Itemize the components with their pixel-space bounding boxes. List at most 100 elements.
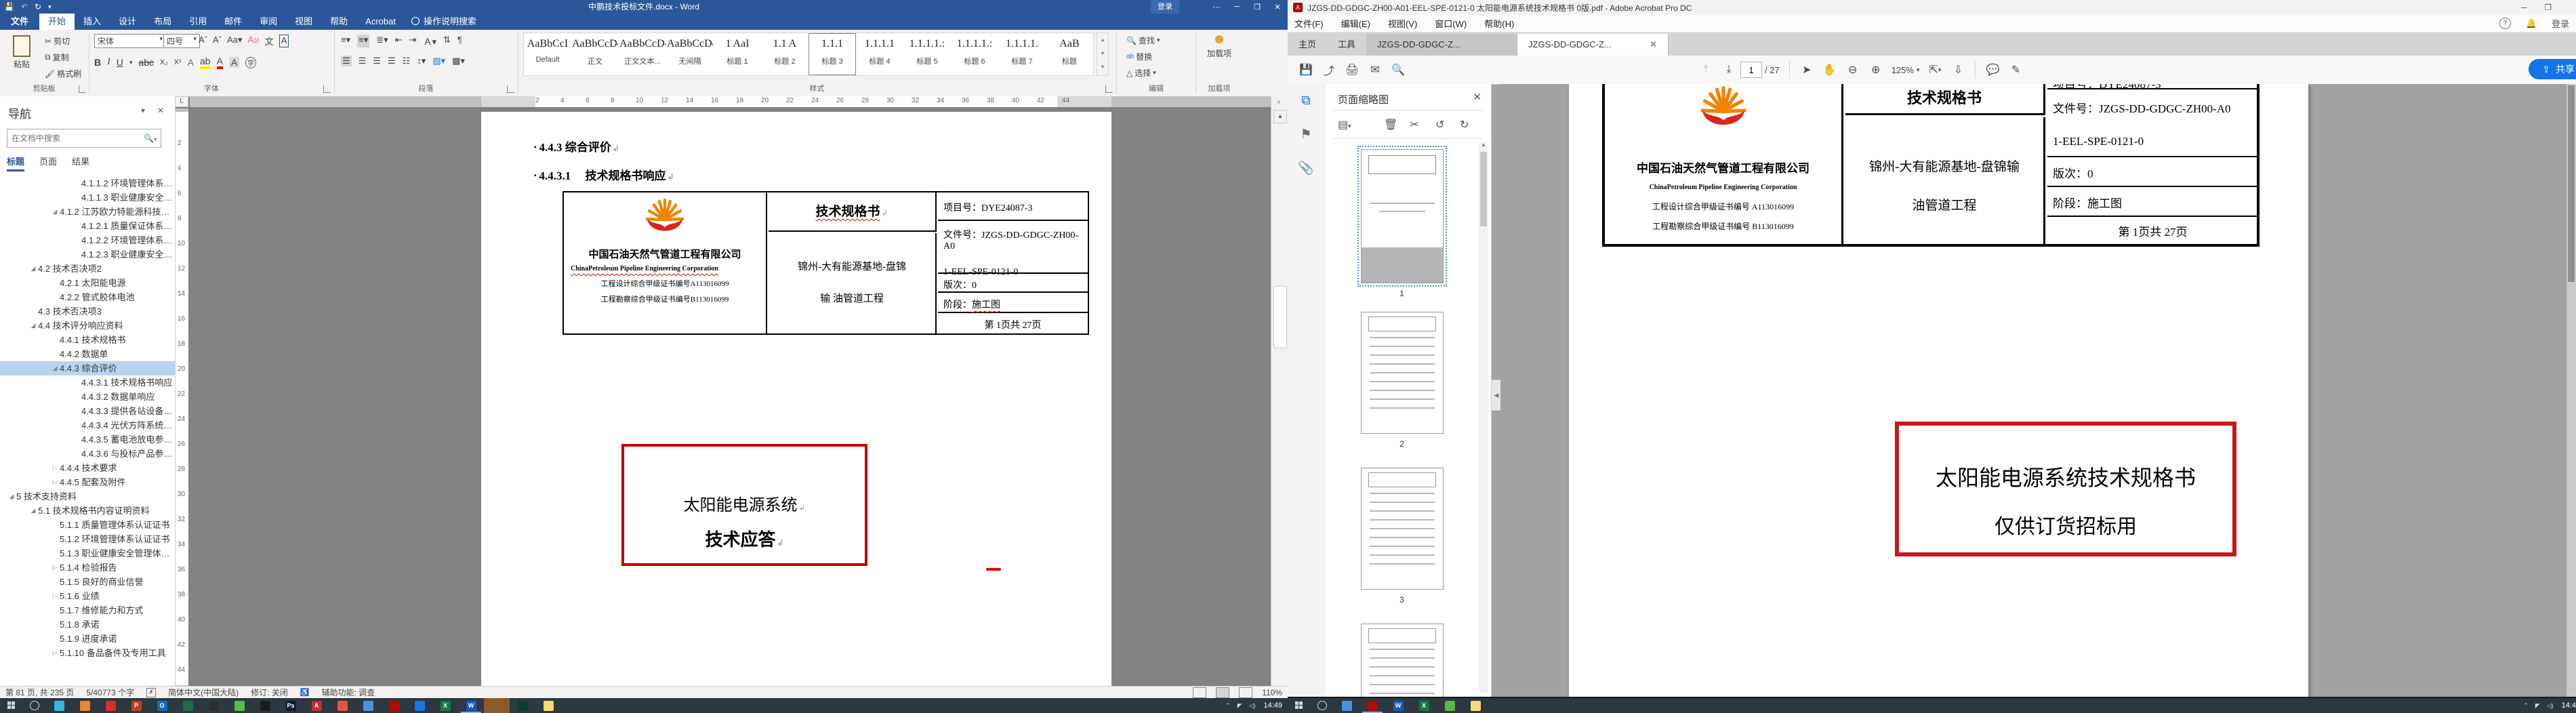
clear-format-icon[interactable]: A⦻ [247, 35, 259, 47]
page-number-input[interactable] [1740, 62, 1762, 78]
excel-icon[interactable]: X [1411, 698, 1437, 713]
chevron-expanded-icon[interactable]: ◢ [28, 504, 38, 518]
paragraph-dialog-launcher[interactable] [507, 85, 514, 93]
nav-outline-item[interactable]: 4.4.3.6 与投标产品参数一致的产品技术样本 [0, 447, 175, 461]
thumbnail-page-preview[interactable] [1360, 624, 1444, 697]
zoom-out-icon[interactable]: ⊖ [1841, 60, 1864, 79]
ribbon-tab[interactable]: 邮件 [216, 14, 251, 30]
nav-outline-item[interactable]: ▷ 4.4.5 配套及附件 [0, 475, 175, 489]
nav-outline-item[interactable]: 4.1.2.3 职业健康安全管理体系认证证书 [0, 247, 175, 262]
acrobat-icon[interactable] [381, 698, 407, 713]
chevron-expanded-icon[interactable]: ◢ [7, 489, 16, 504]
zoom-level-dropdown[interactable]: 125% ▾ [1892, 65, 1920, 75]
underline-icon[interactable]: U [117, 57, 123, 68]
align-left-icon[interactable]: ☰ [341, 56, 352, 66]
chevron-expanded-icon[interactable]: ◢ [50, 361, 60, 375]
style-gallery-scroll[interactable]: ▴ ▾ ▾ [1097, 33, 1109, 76]
line-spacing-icon[interactable]: ↕▾ [417, 56, 426, 66]
ribbon-tab[interactable]: 设计 [110, 14, 145, 30]
wechat-icon[interactable] [1437, 698, 1463, 713]
hand-tool-icon[interactable]: ✋ [1818, 60, 1841, 79]
nav-outline-item[interactable]: 4.3 技术否决项3 [0, 304, 175, 319]
outlook-icon[interactable]: O [149, 698, 175, 713]
blue-circle-app-icon[interactable] [407, 698, 432, 713]
search-input[interactable] [7, 134, 140, 143]
nav-outline-item[interactable]: ◢4.1.2 江苏欧力特能源科技有限公司 [0, 205, 175, 219]
print-layout-icon[interactable] [1216, 687, 1230, 698]
close-icon[interactable]: ✕ [1650, 39, 1657, 50]
italic-icon[interactable]: I [107, 57, 110, 68]
menu-item[interactable]: 视图(V) [1388, 17, 1417, 30]
highlight-color-icon[interactable]: ab [199, 56, 211, 69]
character-shading-icon[interactable]: A [228, 57, 240, 68]
nav-outline-item[interactable]: 5.1.3 职业健康安全管理体系认证证书 [0, 546, 175, 561]
enclose-characters-icon[interactable]: 字 [245, 56, 257, 68]
next-page-icon[interactable]: ⤓ [1717, 60, 1740, 79]
show-marks-icon[interactable]: ¶ [457, 35, 462, 47]
chrome-icon[interactable] [1334, 698, 1359, 713]
pdf-page[interactable]: 中国石油天然气管道工程有限公司 ChinaPetroleum Pipeline … [1569, 84, 2308, 697]
nav-outline-item[interactable]: 4.4.3.1 技术规格书响应 [0, 375, 175, 390]
nav-tab[interactable]: 结果 [72, 155, 89, 171]
bold-icon[interactable]: B [94, 57, 101, 68]
word-vertical-scrollbar[interactable]: ▲ [1271, 96, 1288, 686]
nav-outline-item[interactable]: ▷ 5.1.10 备品备件及专用工具 [0, 646, 175, 660]
document-page[interactable]: ▪ 4.4.3 综合评价 ↲ ▪ 4.4.3.1 技术规格书响应 ↲ 中国石油天… [481, 112, 1111, 686]
nav-outline-item[interactable]: ▷ 5.1.6 业绩 [0, 589, 175, 603]
nav-outline-item[interactable]: 4.4.3.5 蓄电池放电参数表 [0, 432, 175, 447]
strikethrough-icon[interactable]: abc [138, 57, 154, 68]
fit-width-icon[interactable]: ⇱ ▾ [1923, 60, 1946, 79]
previous-page-icon[interactable]: ⤒ [1694, 60, 1717, 79]
acrobat-icon[interactable] [1359, 698, 1385, 713]
network-icon[interactable]: ◤ [2535, 702, 2540, 710]
tray-chevron-icon[interactable]: ⌃ [1225, 702, 1231, 710]
signin-link[interactable]: 登录 [2552, 17, 2569, 30]
menu-item[interactable]: 编辑(E) [1341, 17, 1370, 30]
chevron-down-icon[interactable]: ▾ [141, 106, 145, 115]
nav-outline-item[interactable]: 5.1.7 维修能力和方式 [0, 603, 175, 617]
align-right-icon[interactable]: ☰ [373, 56, 381, 66]
close-icon[interactable]: ✕ [1473, 91, 1481, 103]
thumbnail-options-icon[interactable]: ▤▾ [1338, 118, 1351, 131]
font-size-box[interactable]: 四号 ▾ [163, 34, 200, 48]
web-layout-icon[interactable] [1239, 687, 1253, 698]
nav-tab[interactable]: 页面 [39, 155, 57, 171]
collapse-ribbon-icon[interactable]: ˄ [1273, 99, 1285, 107]
track-changes-indicator[interactable]: 修订: 关闭 [251, 687, 288, 698]
nav-outline-item[interactable]: 4.1.1.3 职业健康安全管理体系认证证书 [0, 190, 175, 205]
word-icon[interactable]: W [458, 698, 484, 713]
chrome-icon[interactable] [355, 698, 381, 713]
align-center-icon[interactable]: ☰ [359, 56, 367, 66]
nav-outline-item[interactable]: ◢ 5 技术支持资料 [0, 489, 175, 504]
comment-icon[interactable]: 💬 [1981, 60, 2004, 79]
nav-outline-item[interactable]: 4.2.1 太阳能电源 [0, 276, 175, 290]
pdf-vertical-scrollbar[interactable] [2567, 84, 2576, 697]
nav-outline-item[interactable]: 4.4.1 技术规格书 [0, 333, 175, 347]
ribbon-tab[interactable]: 视图 [286, 14, 321, 30]
ribbon-tab[interactable]: Acrobat [356, 14, 405, 30]
nav-outline-item[interactable]: ▷ 4.4.4 技术要求 [0, 461, 175, 475]
page-indicator[interactable]: 第 81 页, 共 235 页 [5, 687, 74, 698]
accessibility-status[interactable]: 辅助功能: 调查 [321, 687, 375, 698]
ribbon-tab[interactable]: 引用 [180, 14, 216, 30]
copy-button[interactable]: ⧉ 复制 [42, 50, 72, 64]
nav-outline-item[interactable]: 4.2.2 管式胶体电池 [0, 290, 175, 304]
page-thumbnails-icon[interactable]: ⧉ [1297, 92, 1315, 110]
zoom-level[interactable]: 110% [1262, 688, 1282, 697]
font-color-icon[interactable]: A [216, 56, 223, 69]
style-cell[interactable]: 1.1.1.1 标题 4 [856, 33, 903, 75]
chevron-expanded-icon[interactable]: ◢ [28, 262, 38, 276]
thumbnail-item[interactable]: 2 [1326, 312, 1478, 449]
select-button[interactable]: △ 选择 ▾ [1124, 66, 1159, 80]
format-painter-button[interactable]: 🖌 格式刷 [42, 66, 84, 81]
nav-outline-item[interactable]: 5.1.9 进度承诺 [0, 632, 175, 646]
nav-outline-item[interactable]: ◢ 4.4.3 综合评价 [0, 361, 175, 375]
style-cell[interactable]: 1.1.1 标题 3 [809, 33, 856, 75]
vertical-ruler[interactable]: 2 4 6 8 10 12 14 16 18 20 22 24 26 28 30 32 34 36 38 40 42 44 [175, 108, 188, 686]
tab-document-1[interactable]: JZGS-DD-GDGC-Z... [1366, 34, 1518, 56]
nav-outline-item[interactable]: 4.4.3.2 数据单响应 [0, 390, 175, 404]
nav-outline-item[interactable]: ◢ 4.4 技术评分响应资料 [0, 319, 175, 333]
ribbon-tab[interactable]: 开始 [39, 14, 75, 30]
extract-page-icon[interactable]: ✂ [1410, 118, 1418, 131]
style-cell[interactable]: AaBbCcDdI 无间隔 [666, 33, 714, 75]
